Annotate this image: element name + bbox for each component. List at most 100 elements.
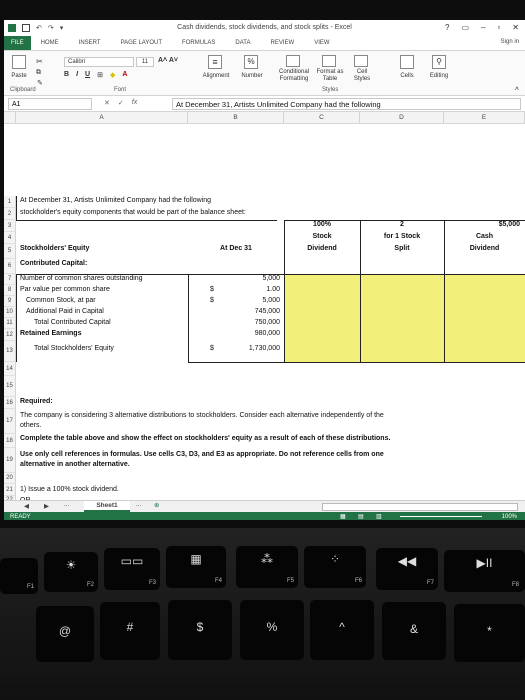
answer-input-area[interactable] [284,274,525,362]
row-header[interactable]: 18 [4,434,16,448]
cell-b10[interactable]: 745,000 [188,308,280,315]
insert-function-icon[interactable]: fx [132,99,137,107]
conditional-formatting-button[interactable]: Conditional Formatting [272,69,316,83]
sheet-tab-sheet1[interactable]: Sheet1 [84,501,130,512]
zoom-level[interactable]: 100% [502,512,517,520]
cell-b11[interactable]: 750,000 [188,319,280,326]
column-header-a[interactable]: A [16,112,188,124]
format-as-table-icon[interactable] [322,55,336,67]
cells-button[interactable]: Cells [394,73,420,80]
row-header[interactable]: 9 [4,296,16,307]
cell-c5[interactable]: Dividend [284,245,360,252]
cell-a9[interactable]: Common Stock, at par [26,297,96,304]
cell-b13[interactable]: 1,730,000 [188,345,280,352]
format-as-table-button[interactable]: Format as Table [314,69,346,83]
row-header[interactable]: 7 [4,274,16,285]
sheet-overflow-left[interactable]: ... [64,501,69,508]
percent-icon[interactable]: % [244,55,258,69]
cell-a8[interactable]: Par value per common share [20,286,110,293]
page-break-view-icon[interactable]: ▥ [376,512,382,520]
cell-a18[interactable]: Complete the table above and show the ef… [20,435,390,442]
normal-view-icon[interactable]: ▦ [340,512,346,520]
close-button[interactable]: ✕ [512,23,519,32]
column-header-c[interactable]: C [284,112,360,124]
cell-b12[interactable]: 980,000 [188,330,280,337]
collapse-ribbon-icon[interactable]: ˄ [515,86,519,93]
row-header[interactable]: 10 [4,307,16,318]
font-size-select[interactable]: 11 [136,57,154,67]
row-header[interactable]: 5 [4,244,16,259]
borders-icon[interactable]: ⊞ [97,71,103,79]
cell-c3[interactable]: 100% [284,221,360,228]
next-sheet-icon[interactable]: ▶ [44,502,49,510]
tab-data[interactable]: DATA [225,36,260,50]
cell-a16[interactable]: Required: [20,398,53,405]
tab-file[interactable]: FILE [4,36,31,50]
row-header[interactable]: 8 [4,285,16,296]
number-format-button[interactable]: Number [234,73,270,80]
binoculars-icon[interactable]: ⚲ [432,55,446,69]
format-painter-icon[interactable]: ✎ [37,79,43,87]
page-layout-view-icon[interactable]: ▤ [358,512,364,520]
tab-review[interactable]: REVIEW [261,36,305,50]
cell-d3[interactable]: 2 [360,221,444,228]
sheet-overflow-right[interactable]: ... [136,501,141,508]
minimize-button[interactable]: – [481,23,485,32]
row-header[interactable]: 16 [4,397,16,409]
grow-shrink-font-buttons[interactable]: A˄ A˅ [158,57,178,64]
help-button[interactable]: ? [445,23,449,32]
row-header[interactable]: 3 [4,220,16,232]
sign-in-link[interactable]: Sign in [501,39,519,45]
paste-button[interactable]: Paste [8,73,30,80]
add-sheet-icon[interactable]: ⊕ [154,501,159,509]
prev-sheet-icon[interactable]: ◀ [24,502,29,510]
fill-color-icon[interactable]: ◆ [110,71,115,79]
ribbon-display-button[interactable]: ▭ [461,23,469,32]
cell-a12[interactable]: Retained Earnings [20,330,81,337]
cell-a10[interactable]: Additional Paid in Capital [26,308,104,315]
row-header[interactable]: 4 [4,232,16,244]
cell-b8[interactable]: 1.00 [188,286,280,293]
row-header[interactable]: 19 [4,448,16,473]
underline-button[interactable]: U [85,71,90,79]
row-header[interactable]: 11 [4,318,16,329]
row-header[interactable]: 15 [4,376,16,397]
cell-styles-icon[interactable] [354,55,368,67]
cell-b9[interactable]: 5,000 [188,297,280,304]
cell-c4[interactable]: Stock [284,233,360,240]
zoom-slider[interactable] [400,516,482,517]
tab-insert[interactable]: INSERT [69,36,111,50]
row-header[interactable]: 1 [4,196,16,208]
cells-icon[interactable] [400,55,414,69]
editing-button[interactable]: Editing [424,73,454,80]
formula-input[interactable]: At December 31, Artists Unlimited Compan… [172,98,521,110]
italic-button[interactable]: I [76,71,78,79]
bold-button[interactable]: B [64,71,69,79]
row-header[interactable]: 6 [4,259,16,274]
column-header-b[interactable]: B [188,112,284,124]
cell-a13[interactable]: Total Stockholders' Equity [34,345,114,352]
column-header-e[interactable]: E [444,112,525,124]
name-box[interactable]: A1 [8,98,92,110]
cell-d5[interactable]: Split [360,245,444,252]
cell-b5[interactable]: At Dec 31 [188,245,284,252]
cell-a7[interactable]: Number of common shares outstanding [20,275,143,282]
alignment-icon[interactable]: ≡ [208,55,222,69]
cell-a21[interactable]: 1) Issue a 100% stock dividend. [20,486,119,493]
row-header[interactable]: 12 [4,329,16,341]
cell-a5[interactable]: Stockholders' Equity [20,245,89,252]
clipboard-icon[interactable] [12,55,26,69]
cell-e4[interactable]: Cash [444,233,525,240]
confirm-entry-icon[interactable]: ✓ [118,99,124,107]
cell-e3[interactable]: $5,000 [448,221,520,228]
tab-view[interactable]: VIEW [304,36,339,50]
cell-a19[interactable]: Use only cell references in formulas. Us… [20,451,384,458]
cell-a6[interactable]: Contributed Capital: [20,260,87,267]
row-header[interactable]: 20 [4,473,16,484]
font-color-icon[interactable]: A [122,71,127,79]
alignment-button[interactable]: Alignment [198,73,234,80]
cell-e5[interactable]: Dividend [444,245,525,252]
row-header[interactable]: 2 [4,208,16,220]
cell-d4[interactable]: for 1 Stock [360,233,444,240]
row-header[interactable]: 14 [4,362,16,376]
